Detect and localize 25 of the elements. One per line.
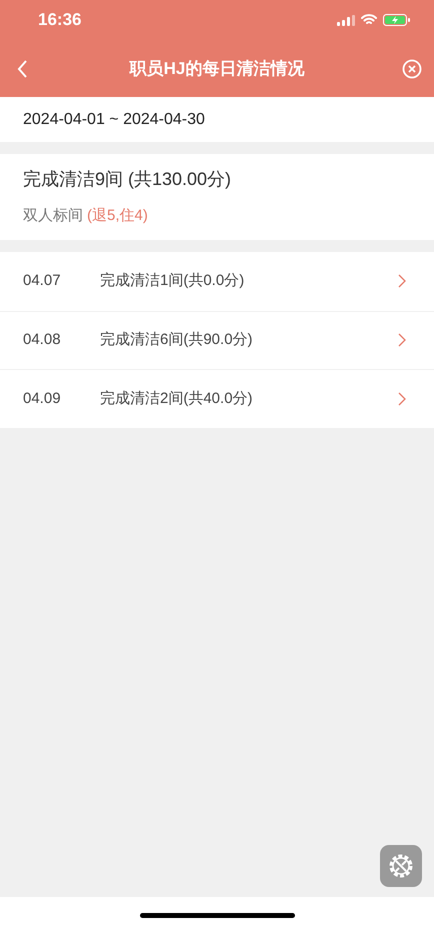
page-title: 职员HJ的每日清洁情况 bbox=[130, 58, 304, 80]
day-date: 04.07 bbox=[23, 271, 62, 291]
date-range: 2024-04-01 ~ 2024-04-30 bbox=[23, 110, 205, 130]
room-type: 双人标间 bbox=[23, 206, 83, 226]
day-row[interactable]: 04.07 完成清洁1间(共0.0分) bbox=[0, 252, 434, 310]
chevron-right-icon bbox=[398, 274, 406, 288]
tools-button[interactable] bbox=[380, 845, 422, 887]
chevron-left-icon bbox=[16, 58, 28, 78]
battery-icon bbox=[383, 14, 410, 26]
day-date: 04.08 bbox=[23, 330, 62, 350]
wifi-icon bbox=[361, 14, 377, 26]
status-time: 16:36 bbox=[38, 9, 82, 32]
day-date: 04.09 bbox=[23, 388, 62, 408]
day-summary: 完成清洁2间(共40.0分) bbox=[100, 388, 254, 408]
chevron-right-icon bbox=[398, 333, 406, 348]
day-row[interactable]: 04.08 完成清洁6间(共90.0分) bbox=[0, 310, 434, 369]
summary-title: 完成清洁9间 (共130.00分) bbox=[23, 168, 232, 192]
day-summary: 完成清洁1间(共0.0分) bbox=[100, 271, 246, 291]
day-row[interactable]: 04.09 完成清洁2间(共40.0分) bbox=[0, 369, 434, 428]
chevron-right-icon bbox=[398, 392, 406, 406]
signal-icon bbox=[337, 14, 355, 26]
room-breakdown: (退5,住4) bbox=[87, 206, 148, 226]
close-button[interactable] bbox=[400, 56, 424, 80]
day-summary: 完成清洁6间(共90.0分) bbox=[100, 330, 254, 350]
close-icon bbox=[402, 58, 422, 78]
